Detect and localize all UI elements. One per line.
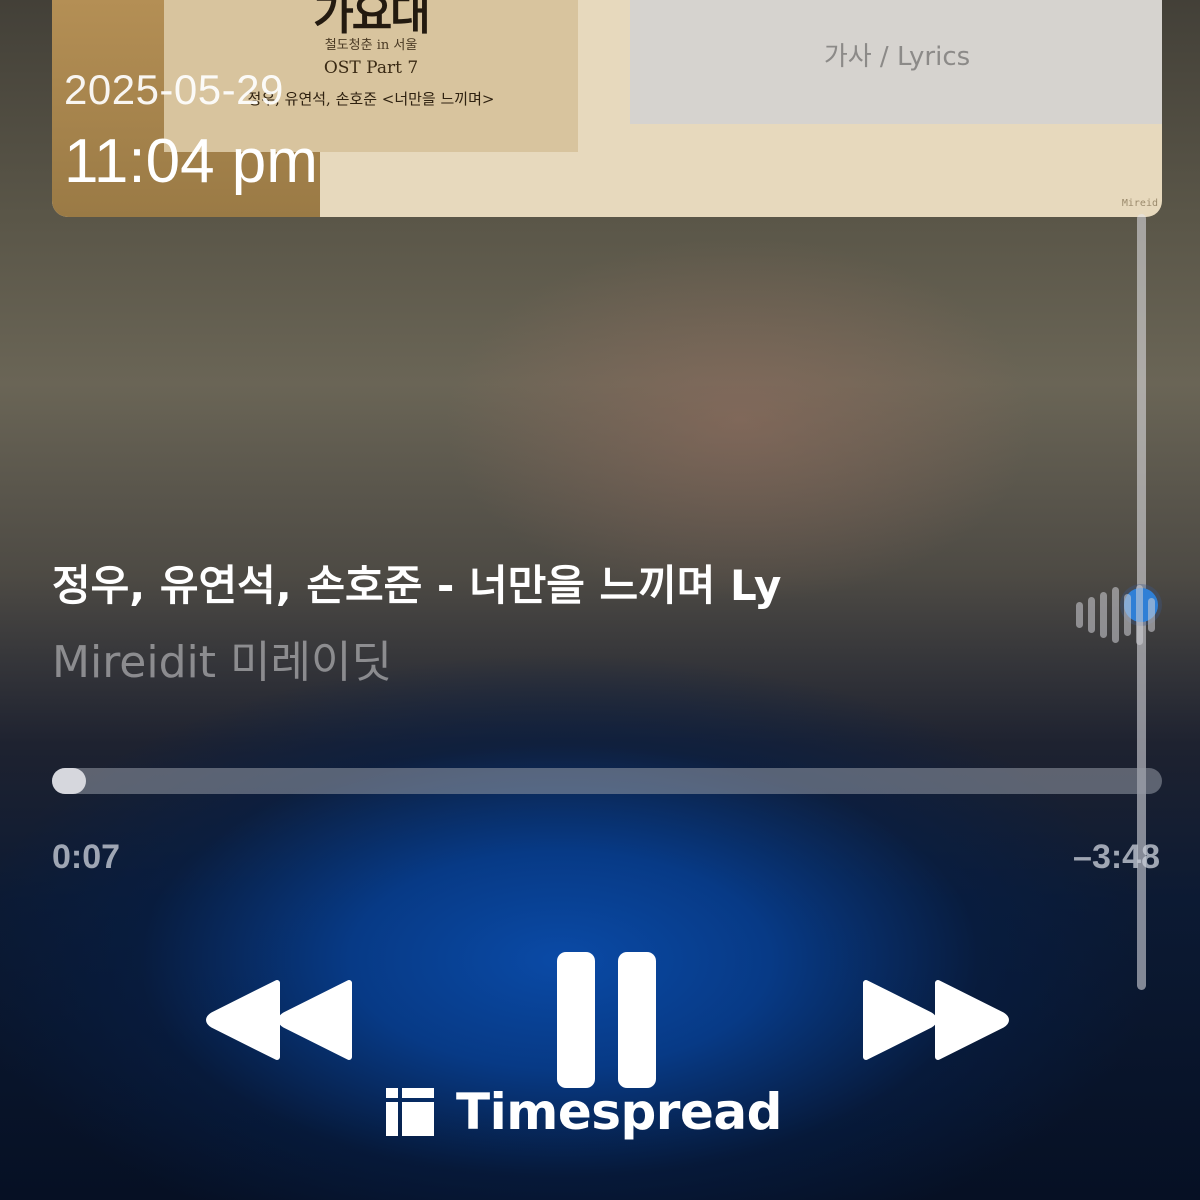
lyrics-label: 가사 / Lyrics	[823, 42, 971, 72]
date-label: 2025-05-29	[64, 66, 284, 113]
remaining-time: –3:48	[1073, 838, 1160, 876]
artist-name[interactable]: Mireidit 미레이딧	[52, 626, 392, 690]
pause-icon	[557, 952, 656, 1088]
watermark-text: Timespread	[456, 1083, 782, 1141]
timespread-logo-icon	[386, 1088, 434, 1136]
elapsed-time: 0:07	[52, 838, 121, 876]
poster-subtitle: 철도청춘 in 서울	[324, 38, 418, 53]
timespread-watermark: Timespread	[386, 1082, 782, 1142]
artwork-lyrics-panel: 가사 / Lyrics	[630, 0, 1162, 124]
artwork-mark: Mireid	[1121, 198, 1158, 209]
fast-forward-icon	[863, 980, 1009, 1060]
time-label: 11:04 pm	[64, 127, 318, 196]
fast-forward-button[interactable]	[860, 975, 1010, 1065]
rewind-button[interactable]	[205, 975, 355, 1065]
pause-button[interactable]	[555, 950, 660, 1090]
song-title: 정우, 유연석, 손호준 - 너만을 느끼며 Ly	[52, 561, 782, 610]
audio-waveform-icon	[1074, 585, 1164, 645]
playback-progress-bar[interactable]	[52, 768, 1162, 794]
rewind-icon	[206, 980, 352, 1060]
playback-progress-fill	[52, 768, 86, 794]
